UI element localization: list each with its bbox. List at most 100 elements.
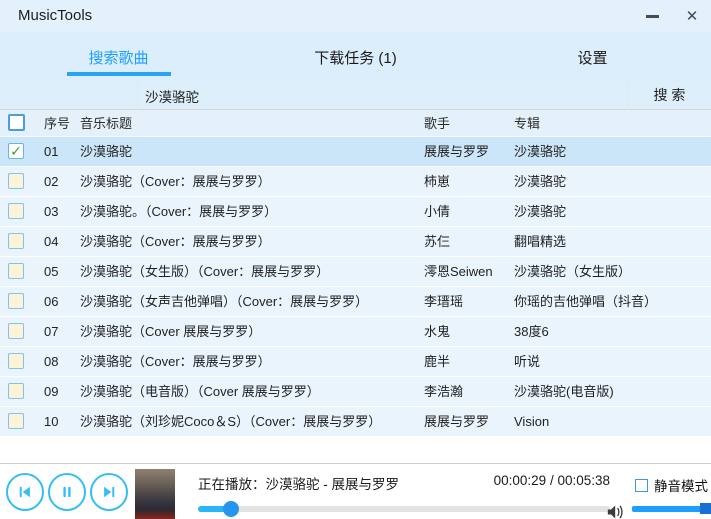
song-index: 10 xyxy=(44,407,58,437)
mute-mode-toggle[interactable]: 静音模式 xyxy=(635,475,708,495)
volume-fill xyxy=(632,506,708,512)
song-index: 01 xyxy=(44,137,58,167)
tab-label: 设置 xyxy=(577,47,607,68)
song-album: 沙漠骆驼 xyxy=(514,167,566,197)
row-checkbox[interactable]: ✓ xyxy=(8,143,24,159)
song-artist: 水鬼 xyxy=(424,317,450,347)
song-index: 09 xyxy=(44,377,58,407)
row-checkbox[interactable] xyxy=(8,413,24,429)
player-bar: 正在播放：沙漠骆驼 - 展展与罗罗 00:00:29 / 00:05:38 静音… xyxy=(0,463,711,519)
song-title: 沙漠骆驼（Cover：展展与罗罗） xyxy=(80,167,271,197)
table-row[interactable]: 09 沙漠骆驼（电音版）（Cover 展展与罗罗） 李浩瀚 沙漠骆驼(电音版) xyxy=(0,377,711,407)
song-album: 你瑶的吉他弹唱（抖音） xyxy=(514,287,657,317)
header-index: 序号 xyxy=(44,110,70,137)
song-artist: 澪恩Seiwen xyxy=(424,257,493,287)
tab-search-songs[interactable]: 搜索歌曲 xyxy=(0,32,237,82)
progress-handle[interactable] xyxy=(223,501,239,517)
row-checkbox[interactable] xyxy=(8,383,24,399)
song-title: 沙漠骆驼 xyxy=(80,137,132,167)
song-title: 沙漠骆驼（Cover 展展与罗罗） xyxy=(80,317,261,347)
song-album: 沙漠骆驼 xyxy=(514,197,566,227)
song-index: 08 xyxy=(44,347,58,377)
next-icon xyxy=(100,483,118,501)
table-row[interactable]: 02 沙漠骆驼（Cover：展展与罗罗） 柿崽 沙漠骆驼 xyxy=(0,167,711,197)
mute-checkbox[interactable] xyxy=(635,479,648,492)
song-index: 02 xyxy=(44,167,58,197)
song-album: 38度6 xyxy=(514,317,549,347)
table-row[interactable]: 06 沙漠骆驼（女声吉他弹唱）（Cover：展展与罗罗） 李瑨瑶 你瑶的吉他弹唱… xyxy=(0,287,711,317)
search-bar: 搜 索 xyxy=(0,82,711,110)
row-checkbox[interactable] xyxy=(8,293,24,309)
progress-fill xyxy=(198,506,231,512)
pause-button[interactable] xyxy=(48,473,86,511)
previous-button[interactable] xyxy=(6,473,44,511)
tab-label: 下载任务 (1) xyxy=(314,47,397,68)
mute-label: 静音模式 xyxy=(654,475,708,495)
row-checkbox[interactable] xyxy=(8,233,24,249)
progress-bar[interactable] xyxy=(198,506,610,512)
song-index: 07 xyxy=(44,317,58,347)
table-row[interactable]: 05 沙漠骆驼（女生版）（Cover：展展与罗罗） 澪恩Seiwen 沙漠骆驼（… xyxy=(0,257,711,287)
song-list: ✓ 01 沙漠骆驼 展展与罗罗 沙漠骆驼 02 沙漠骆驼（Cover：展展与罗罗… xyxy=(0,137,711,437)
song-title: 沙漠骆驼（女声吉他弹唱）（Cover：展展与罗罗） xyxy=(80,287,368,317)
song-title: 沙漠骆驼（刘珍妮Coco＆S）（Cover：展展与罗罗） xyxy=(80,407,381,437)
song-index: 04 xyxy=(44,227,58,257)
song-album: 沙漠骆驼(电音版) xyxy=(514,377,614,407)
active-tab-underline xyxy=(67,72,171,76)
song-title: 沙漠骆驼（Cover：展展与罗罗） xyxy=(80,227,271,257)
song-title: 沙漠骆驼（电音版）（Cover 展展与罗罗） xyxy=(80,377,320,407)
song-artist: 苏仨 xyxy=(424,227,450,257)
speaker-icon[interactable] xyxy=(606,503,626,519)
song-title: 沙漠骆驼（女生版）（Cover：展展与罗罗） xyxy=(80,257,329,287)
header-title: 音乐标题 xyxy=(80,110,132,137)
song-artist: 展展与罗罗 xyxy=(424,137,489,167)
tab-label: 搜索歌曲 xyxy=(88,47,148,68)
row-checkbox[interactable] xyxy=(8,203,24,219)
divider xyxy=(137,82,138,110)
row-checkbox[interactable] xyxy=(8,353,24,369)
header-album: 专辑 xyxy=(514,110,540,137)
table-row[interactable]: 08 沙漠骆驼（Cover：展展与罗罗） 鹿半 听说 xyxy=(0,347,711,377)
next-button[interactable] xyxy=(90,473,128,511)
volume-slider[interactable] xyxy=(632,506,708,512)
song-index: 05 xyxy=(44,257,58,287)
row-checkbox[interactable] xyxy=(8,173,24,189)
song-album: 沙漠骆驼（女生版） xyxy=(514,257,631,287)
minimize-button[interactable] xyxy=(635,0,669,32)
song-artist: 小倩 xyxy=(424,197,450,227)
app-title: MusicTools xyxy=(18,0,92,32)
table-row[interactable]: ✓ 01 沙漠骆驼 展展与罗罗 沙漠骆驼 xyxy=(0,137,711,167)
song-album: 沙漠骆驼 xyxy=(514,137,566,167)
album-art xyxy=(135,469,175,519)
row-checkbox[interactable] xyxy=(8,263,24,279)
row-checkbox[interactable] xyxy=(8,323,24,339)
song-artist: 李瑨瑶 xyxy=(424,287,463,317)
close-button[interactable]: ✕ xyxy=(675,0,709,32)
song-table: 序号 音乐标题 歌手 专辑 ✓ 01 沙漠骆驼 展展与罗罗 沙漠骆驼 02 沙漠… xyxy=(0,110,711,437)
song-album: Vision xyxy=(514,407,549,437)
select-all-checkbox[interactable] xyxy=(8,114,25,131)
table-header: 序号 音乐标题 歌手 专辑 xyxy=(0,110,711,137)
tab-download-tasks[interactable]: 下载任务 (1) xyxy=(237,32,474,82)
table-row[interactable]: 03 沙漠骆驼。（Cover：展展与罗罗） 小倩 沙漠骆驼 xyxy=(0,197,711,227)
table-row[interactable]: 10 沙漠骆驼（刘珍妮Coco＆S）（Cover：展展与罗罗） 展展与罗罗 Vi… xyxy=(0,407,711,437)
song-index: 06 xyxy=(44,287,58,317)
search-input[interactable] xyxy=(145,82,620,109)
song-artist: 展展与罗罗 xyxy=(424,407,489,437)
song-title: 沙漠骆驼。（Cover：展展与罗罗） xyxy=(80,197,277,227)
song-artist: 李浩瀚 xyxy=(424,377,463,407)
titlebar: MusicTools ✕ xyxy=(0,0,711,32)
previous-icon xyxy=(16,483,34,501)
tab-bar: 搜索歌曲 下载任务 (1) 设置 xyxy=(0,32,711,82)
song-album: 翻唱精选 xyxy=(514,227,566,257)
table-row[interactable]: 07 沙漠骆驼（Cover 展展与罗罗） 水鬼 38度6 xyxy=(0,317,711,347)
search-button[interactable]: 搜 索 xyxy=(628,82,711,109)
volume-handle[interactable] xyxy=(700,503,711,514)
table-row[interactable]: 04 沙漠骆驼（Cover：展展与罗罗） 苏仨 翻唱精选 xyxy=(0,227,711,257)
time-display: 00:00:29 / 00:05:38 xyxy=(460,473,610,488)
header-artist: 歌手 xyxy=(424,110,450,137)
song-album: 听说 xyxy=(514,347,540,377)
tab-settings[interactable]: 设置 xyxy=(474,32,711,82)
song-artist: 鹿半 xyxy=(424,347,450,377)
now-playing-text: 正在播放：沙漠骆驼 - 展展与罗罗 xyxy=(198,473,399,493)
